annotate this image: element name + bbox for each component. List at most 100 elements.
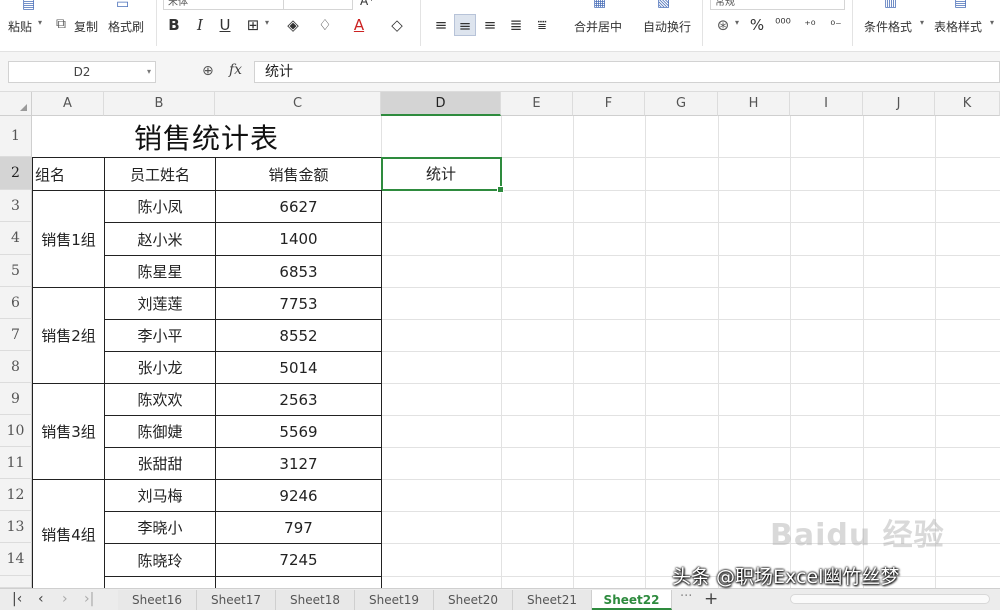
row-header-2[interactable]: 2: [0, 157, 32, 190]
row-header-14[interactable]: 14: [0, 543, 32, 576]
header-sales-amount[interactable]: 销售金额: [215, 157, 382, 191]
column-header-i[interactable]: I: [790, 92, 863, 116]
border-icon[interactable]: ⊞: [242, 14, 264, 36]
wrap-text-icon[interactable]: ▧: [657, 0, 670, 10]
underline-button[interactable]: U: [214, 14, 236, 36]
sales-amount-cell[interactable]: 797: [215, 511, 382, 544]
employee-name-cell[interactable]: 李晓小: [104, 511, 216, 544]
currency-dropdown-icon[interactable]: ▾: [735, 18, 739, 27]
conditional-format-icon[interactable]: ▥: [884, 0, 897, 10]
column-header-j[interactable]: J: [863, 92, 935, 116]
group-cell-4[interactable]: 销售4组: [32, 479, 105, 589]
wrap-text-button[interactable]: 自动换行: [643, 18, 691, 35]
row-header-13[interactable]: 13: [0, 511, 32, 543]
fill-color-icon[interactable]: ◈: [282, 14, 304, 36]
row-header-10[interactable]: 10: [0, 415, 32, 447]
row-header-8[interactable]: 8: [0, 351, 32, 383]
employee-name-cell[interactable]: 陈小凤: [104, 190, 216, 223]
align-left-icon[interactable]: ≡: [430, 14, 452, 36]
bold-button[interactable]: B: [163, 14, 185, 36]
increase-decimal-icon[interactable]: ⁺⁰: [799, 14, 821, 36]
sales-amount-cell[interactable]: 7753: [215, 287, 382, 320]
paste-dropdown-icon[interactable]: ▾: [38, 18, 42, 27]
horizontal-scrollbar[interactable]: [790, 594, 990, 604]
sales-amount-cell[interactable]: 6853: [215, 255, 382, 288]
font-color-icon[interactable]: A: [348, 14, 370, 36]
sheet-tab[interactable]: Sheet19: [355, 590, 434, 610]
last-sheet-icon[interactable]: ›|: [84, 591, 94, 607]
merge-center-button[interactable]: 合并居中: [574, 18, 622, 35]
sales-amount-cell[interactable]: 3127: [215, 447, 382, 480]
more-sheets-icon[interactable]: ···: [680, 589, 692, 604]
group-cell-1[interactable]: 销售1组: [32, 190, 105, 288]
column-header-c[interactable]: C: [215, 92, 381, 116]
currency-icon[interactable]: ⊛: [712, 14, 734, 36]
sales-amount-cell[interactable]: 8552: [215, 319, 382, 352]
sheet-tab[interactable]: Sheet16: [118, 590, 197, 610]
employee-name-cell[interactable]: 赵小米: [104, 222, 216, 256]
employee-name-cell[interactable]: 刘马梅: [104, 479, 216, 512]
increase-font-icon[interactable]: A⁺: [360, 0, 375, 8]
name-box[interactable]: D2 ▾: [8, 61, 156, 83]
align-center-icon[interactable]: ≡: [454, 14, 476, 36]
border-dropdown-icon[interactable]: ▾: [265, 18, 269, 27]
header-employee-name[interactable]: 员工姓名: [104, 157, 216, 191]
formula-input[interactable]: 统计: [254, 61, 1000, 83]
row-header-12[interactable]: 12: [0, 479, 32, 511]
sheet-tab[interactable]: Sheet20: [434, 590, 513, 610]
group-cell-2[interactable]: 销售2组: [32, 287, 105, 384]
employee-name-cell[interactable]: 陈御婕: [104, 415, 216, 448]
column-header-d[interactable]: D: [381, 92, 501, 116]
next-sheet-icon[interactable]: ›: [62, 591, 68, 607]
employee-name-cell[interactable]: 李小平: [104, 319, 216, 352]
group-cell-3[interactable]: 销售3组: [32, 383, 105, 480]
paste-icon[interactable]: ▤: [22, 0, 35, 12]
column-header-e[interactable]: E: [501, 92, 573, 116]
sheet-tab[interactable]: Sheet21: [513, 590, 592, 610]
italic-button[interactable]: I: [189, 14, 211, 36]
employee-name-cell[interactable]: 刘莲莲: [104, 287, 216, 320]
thousands-icon[interactable]: ⁰⁰⁰: [772, 14, 794, 36]
header-group-name[interactable]: 组名: [32, 157, 105, 191]
copy-button[interactable]: 复制: [74, 18, 98, 35]
add-sheet-icon[interactable]: +: [704, 589, 718, 609]
decrease-decimal-icon[interactable]: ⁰⁻: [825, 14, 847, 36]
fill-bucket-icon[interactable]: ♢: [314, 14, 336, 36]
align-right-icon[interactable]: ≡: [479, 14, 501, 36]
sheet-title[interactable]: 销售统计表: [32, 116, 381, 157]
format-painter-icon[interactable]: ▭: [116, 0, 129, 12]
row-header-5[interactable]: 5: [0, 255, 32, 287]
table-style-button[interactable]: 表格样式: [934, 18, 982, 35]
column-header-h[interactable]: H: [718, 92, 790, 116]
row-header-1[interactable]: 1: [0, 116, 32, 157]
row-header-4[interactable]: 4: [0, 222, 32, 255]
chevron-down-icon[interactable]: ▾: [147, 62, 151, 82]
distributed-align-icon[interactable]: ⩸: [531, 14, 553, 36]
sales-amount-cell[interactable]: 9246: [215, 479, 382, 512]
employee-name-cell[interactable]: 张甜甜: [104, 447, 216, 480]
fx-icon[interactable]: fx: [229, 62, 242, 78]
justify-icon[interactable]: ≣: [505, 14, 527, 36]
percent-button[interactable]: %: [746, 14, 768, 36]
copy-icon[interactable]: ⧉: [56, 16, 66, 32]
sales-amount-cell[interactable]: 1400: [215, 222, 382, 256]
row-header-15[interactable]: [0, 576, 32, 588]
conditional-format-dropdown-icon[interactable]: ▾: [920, 18, 924, 27]
column-header-b[interactable]: B: [104, 92, 215, 116]
zoom-icon[interactable]: ⊕: [202, 63, 214, 79]
first-sheet-icon[interactable]: |‹: [12, 591, 22, 607]
row-header-3[interactable]: 3: [0, 190, 32, 222]
column-header-f[interactable]: F: [573, 92, 645, 116]
clear-format-icon[interactable]: ◇: [386, 14, 408, 36]
number-format-select[interactable]: 常规: [710, 0, 845, 10]
sales-amount-cell[interactable]: 6627: [215, 190, 382, 223]
select-all-corner[interactable]: [0, 92, 32, 116]
row-header-7[interactable]: 7: [0, 319, 32, 351]
sales-amount-cell[interactable]: 5569: [215, 415, 382, 448]
prev-sheet-icon[interactable]: ‹: [38, 591, 44, 607]
merge-center-icon[interactable]: ▦: [593, 0, 606, 10]
sheet-tab-active[interactable]: Sheet22: [592, 590, 672, 610]
column-header-g[interactable]: G: [645, 92, 718, 116]
font-size-select[interactable]: [283, 0, 353, 10]
sales-amount-cell[interactable]: 2563: [215, 383, 382, 416]
